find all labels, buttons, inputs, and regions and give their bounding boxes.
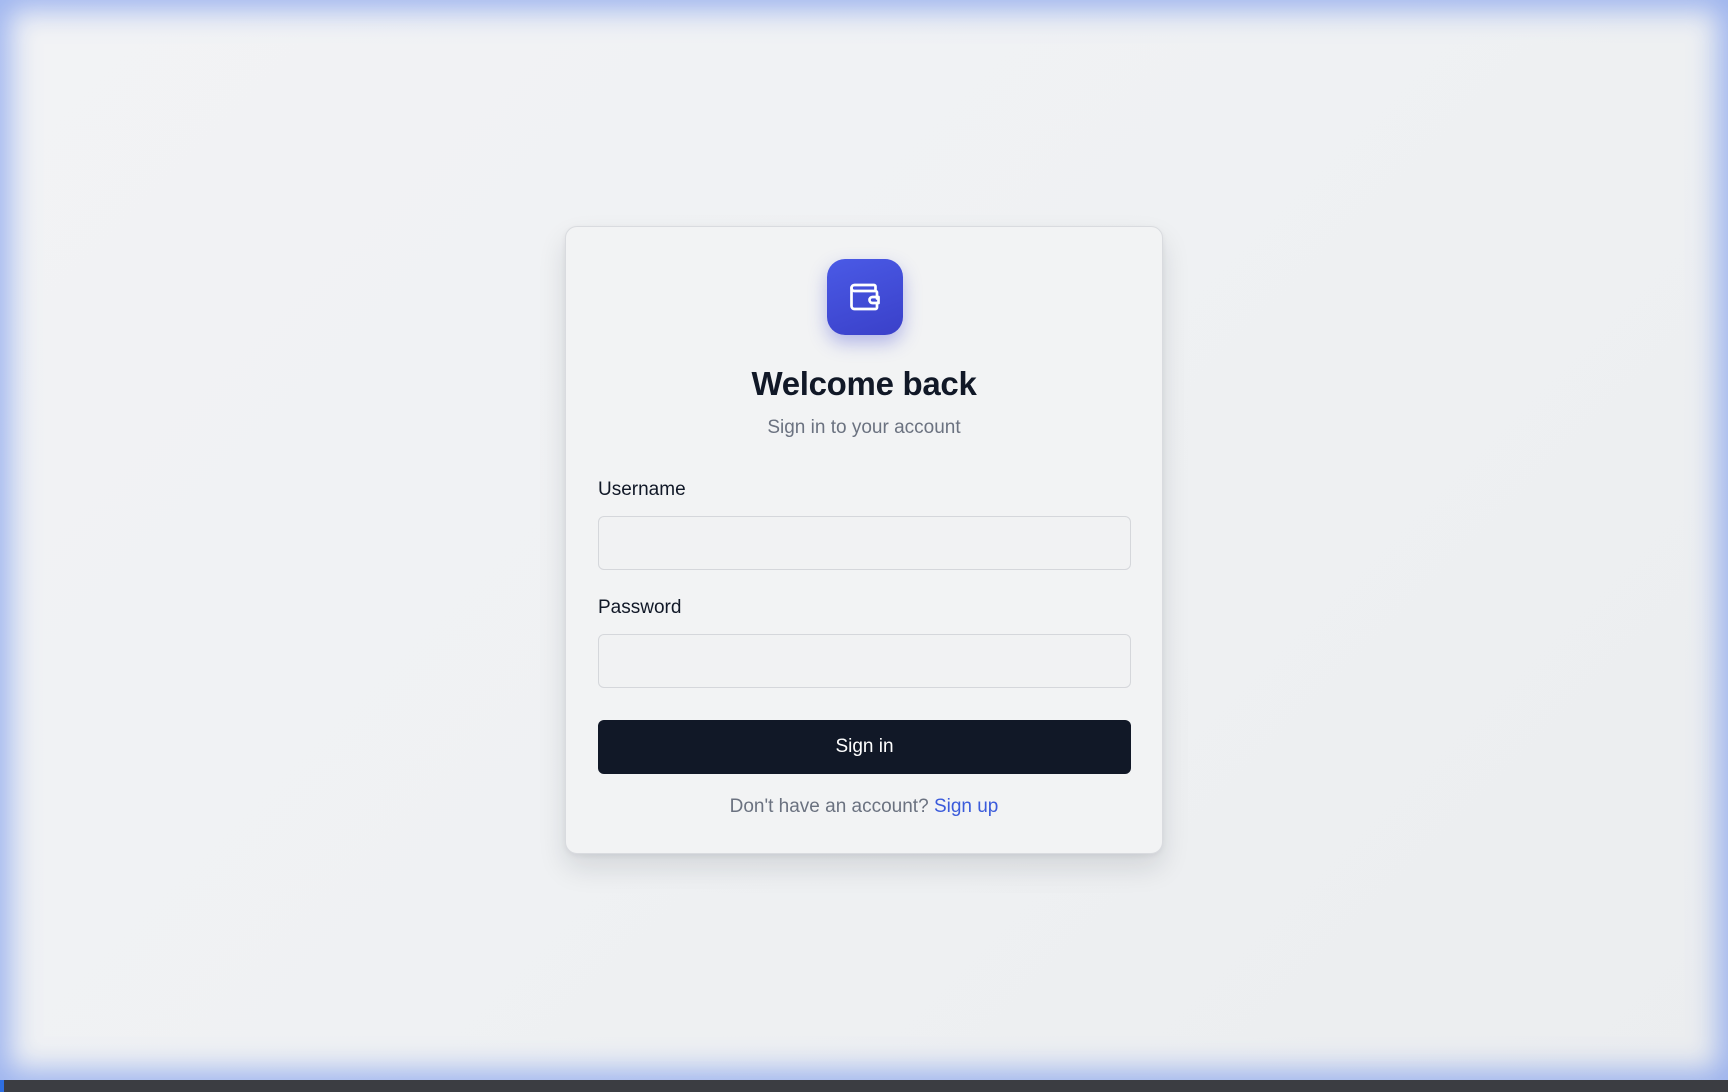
- taskbar: [0, 1080, 1728, 1092]
- app-logo: [827, 259, 903, 335]
- page-subtitle: Sign in to your account: [767, 417, 961, 438]
- page-title: Welcome back: [751, 365, 977, 402]
- username-input[interactable]: [598, 516, 1131, 570]
- password-input[interactable]: [598, 634, 1131, 688]
- wallet-icon: [850, 283, 880, 311]
- password-label: Password: [598, 597, 682, 618]
- sign-in-button[interactable]: Sign in: [598, 720, 1131, 774]
- page-background: Welcome back Sign in to your account Use…: [0, 0, 1728, 1080]
- login-card: Welcome back Sign in to your account Use…: [565, 226, 1163, 854]
- signup-prompt-text: Don't have an account?: [729, 796, 929, 817]
- sign-up-link[interactable]: Sign up: [934, 796, 998, 817]
- signup-prompt: Don't have an account? Sign up: [566, 796, 1162, 818]
- username-label: Username: [598, 479, 686, 500]
